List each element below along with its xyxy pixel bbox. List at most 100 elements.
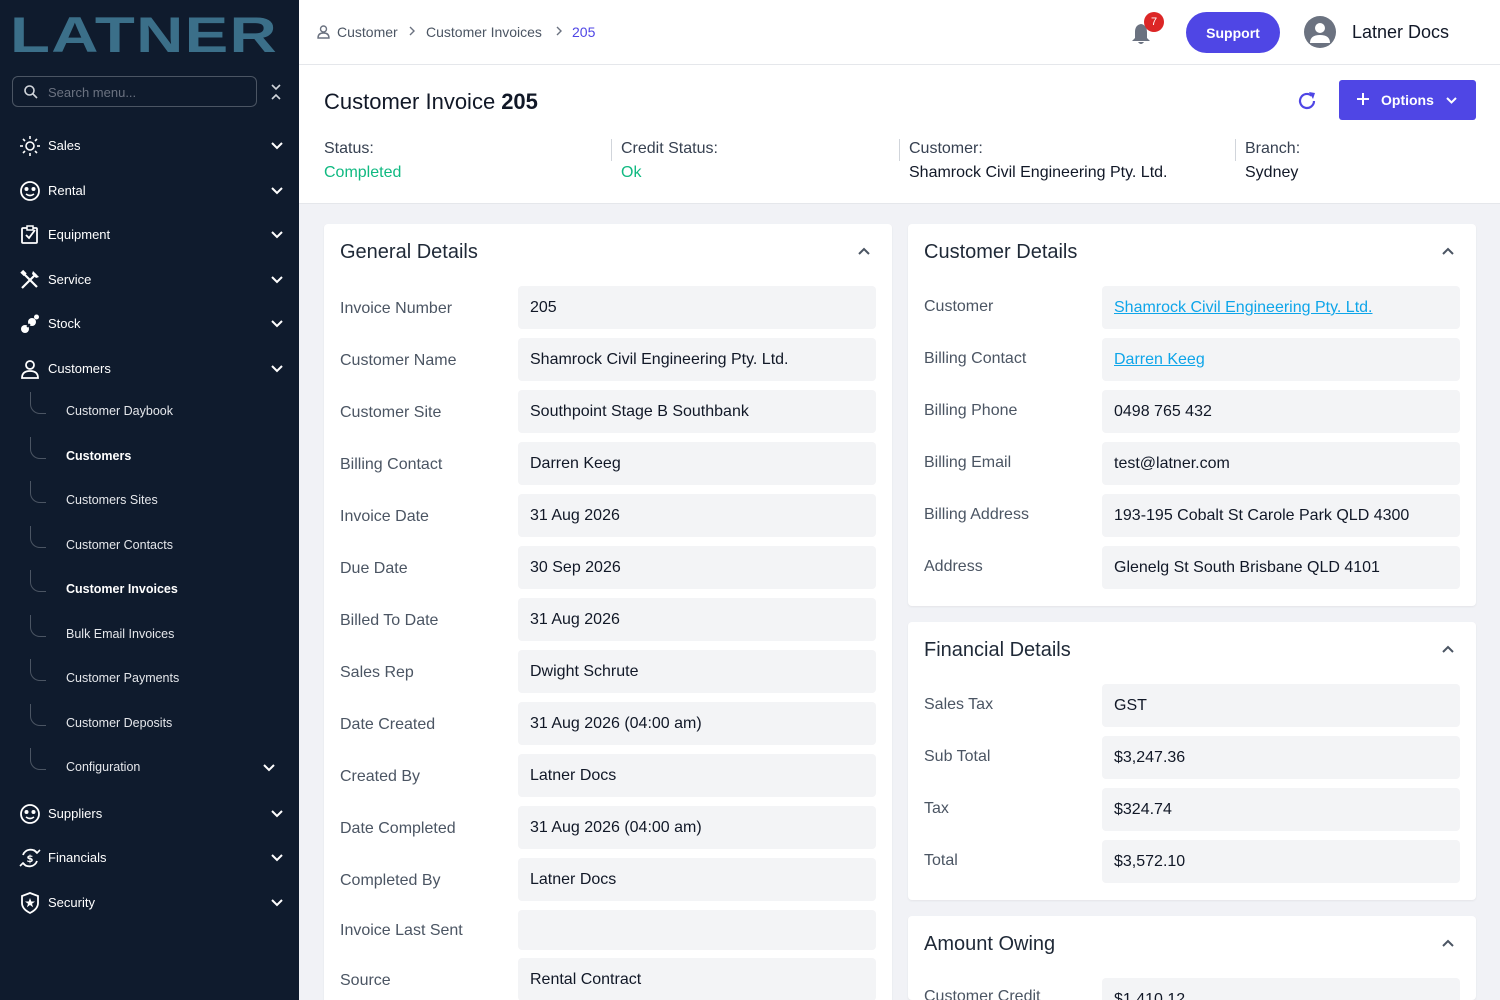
suppliers-icon: [20, 804, 40, 824]
support-button[interactable]: Support: [1186, 12, 1280, 53]
billing-contact-value: Darren Keeg: [518, 442, 876, 485]
amount-owing-card: Amount Owing Customer Credit $1,410.12: [908, 916, 1476, 1000]
customer-value: Shamrock Civil Engineering Pty. Ltd.: [909, 164, 1168, 181]
tree-branch: [30, 481, 46, 503]
divider: [899, 139, 900, 161]
sidebar-subitem-customer-deposits[interactable]: Customer Deposits: [30, 704, 299, 740]
sidebar-item-suppliers[interactable]: Suppliers: [0, 794, 299, 834]
sidebar-subitem-customer-payments[interactable]: Customer Payments: [30, 659, 299, 695]
sidebar-item-financials[interactable]: $ Financials: [0, 838, 299, 878]
breadcrumb-current: 205: [572, 24, 596, 40]
sidebar-item-stock[interactable]: Stock: [0, 304, 299, 344]
invoice-header: Customer Invoice 205 Options Status: Comp…: [299, 65, 1500, 204]
chevron-up-icon[interactable]: [856, 243, 872, 259]
sidebar-item-service[interactable]: Service: [0, 260, 299, 300]
tree-branch: [30, 748, 46, 770]
billed-to-date-label: Billed To Date: [340, 612, 439, 629]
sales-tax-value: GST: [1102, 684, 1460, 727]
customer-link[interactable]: Shamrock Civil Engineering Pty. Ltd.: [1102, 286, 1460, 329]
tree-branch: [30, 659, 46, 681]
source-value: Rental Contract: [518, 958, 876, 1000]
sales-icon: [20, 136, 40, 156]
sidebar-subitem-label: Customer Daybook: [66, 404, 173, 418]
chevron-up-icon[interactable]: [1440, 935, 1456, 951]
sidebar-item-equipment[interactable]: Equipment: [0, 215, 299, 255]
billing-phone-label: Billing Phone: [924, 402, 1018, 419]
sidebar-subitem-configuration[interactable]: Configuration: [30, 748, 299, 784]
billing-email-value: test@latner.com: [1102, 442, 1460, 485]
chevron-down-icon: [271, 899, 283, 907]
sidebar-subitem-customer-invoices[interactable]: Customer Invoices: [30, 570, 299, 606]
sidebar-subitem-label: Customer Invoices: [66, 582, 178, 596]
tree-branch: [30, 392, 46, 414]
invoice-last-sent-value: [518, 910, 876, 950]
sidebar: LATNER Sales Rental Equipment Service St…: [0, 0, 299, 1000]
chevron-down-icon: [271, 810, 283, 818]
chevron-right-icon: [409, 26, 415, 36]
financials-icon: $: [19, 848, 41, 868]
breadcrumb-customer[interactable]: Customer: [337, 24, 398, 40]
options-label: Options: [1381, 92, 1434, 108]
sub-total-label: Sub Total: [924, 748, 991, 765]
sidebar-subitem-customers[interactable]: Customers: [30, 437, 299, 473]
billing-email-label: Billing Email: [924, 454, 1012, 471]
customer-name-label: Customer Name: [340, 352, 457, 369]
user-avatar-icon: [1310, 23, 1330, 43]
sidebar-item-sales[interactable]: Sales: [0, 126, 299, 166]
user-name[interactable]: Latner Docs: [1352, 22, 1449, 43]
billing-address-value: 193-195 Cobalt St Carole Park QLD 4300: [1102, 494, 1460, 537]
created-by-value: Latner Docs: [518, 754, 876, 797]
customer-label: Customer:: [909, 140, 983, 157]
status-value: Completed: [324, 164, 402, 181]
general-details-card: General Details Invoice Number 205 Custo…: [324, 224, 892, 1000]
invoice-date-label: Invoice Date: [340, 508, 429, 525]
refresh-icon[interactable]: [1296, 90, 1318, 112]
date-created-value: 31 Aug 2026 (04:00 am): [518, 702, 876, 745]
tree-branch: [30, 437, 46, 459]
sidebar-subitem-label: Bulk Email Invoices: [66, 627, 175, 641]
sidebar-subitem-customer-daybook[interactable]: Customer Daybook: [30, 392, 299, 428]
sidebar-item-label: Suppliers: [48, 806, 103, 821]
sidebar-item-customers[interactable]: Customers: [0, 349, 299, 389]
chevron-right-icon: [556, 26, 562, 36]
sidebar-subitem-bulk-email-invoices[interactable]: Bulk Email Invoices: [30, 615, 299, 651]
search-menu-input[interactable]: [48, 81, 248, 103]
completed-by-label: Completed By: [340, 872, 441, 889]
tax-label: Tax: [924, 800, 949, 817]
chevron-up-icon[interactable]: [1440, 641, 1456, 657]
plus-icon: [1357, 93, 1369, 105]
invoice-date-value: 31 Aug 2026: [518, 494, 876, 537]
due-date-label: Due Date: [340, 560, 408, 577]
chevron-down-icon: [271, 320, 283, 328]
sidebar-subitem-customer-contacts[interactable]: Customer Contacts: [30, 526, 299, 562]
divider: [1235, 139, 1236, 161]
tree-branch: [30, 704, 46, 726]
billing-contact-label: Billing Contact: [340, 456, 443, 473]
branch-value: Sydney: [1245, 164, 1299, 181]
avatar[interactable]: [1304, 16, 1336, 48]
sidebar-subitem-customers-sites[interactable]: Customers Sites: [30, 481, 299, 517]
completed-by-value: Latner Docs: [518, 858, 876, 901]
divider: [611, 139, 612, 161]
stock-icon: [21, 314, 39, 333]
chevron-down-icon: [271, 365, 283, 373]
status-label: Status:: [324, 140, 374, 157]
customer-credit-value: $1,410.12: [1102, 978, 1460, 1000]
breadcrumb-customer-invoices[interactable]: Customer Invoices: [426, 24, 542, 40]
sidebar-item-security[interactable]: Security: [0, 883, 299, 923]
billing-contact-link[interactable]: Darren Keeg: [1102, 338, 1460, 381]
sidebar-subitem-label: Customers: [66, 449, 132, 463]
options-button[interactable]: Options: [1339, 80, 1476, 120]
invoice-number-value: 205: [518, 286, 876, 329]
chevron-up-icon[interactable]: [1440, 243, 1456, 259]
branch-label: Branch:: [1245, 140, 1301, 157]
sidebar-subitem-label: Customers Sites: [66, 493, 158, 507]
source-label: Source: [340, 972, 391, 989]
collapse-icon[interactable]: [268, 82, 284, 102]
address-value: Glenelg St South Brisbane QLD 4101: [1102, 546, 1460, 589]
sidebar-item-rental[interactable]: Rental: [0, 171, 299, 211]
billed-to-date-value: 31 Aug 2026: [518, 598, 876, 641]
card-title: General Details: [340, 241, 478, 263]
shield-icon: [21, 892, 39, 914]
created-by-label: Created By: [340, 768, 421, 785]
